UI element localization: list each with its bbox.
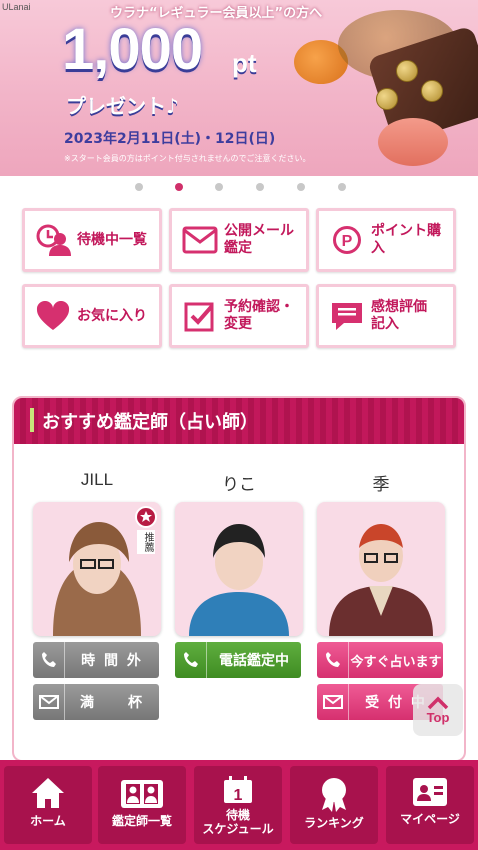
mail-icon: [33, 684, 65, 720]
public-mail-button[interactable]: 公開メール 鑑定: [169, 208, 309, 272]
nav-schedule[interactable]: 1 待機 スケジュール: [194, 766, 282, 844]
phone-status-label: 時 間 外: [81, 653, 143, 669]
review-label: 感想評価 記入: [371, 299, 427, 333]
fortune-teller-name[interactable]: JILL: [33, 470, 161, 494]
clock-person-icon: [33, 220, 73, 260]
id-card-icon: [413, 778, 447, 806]
carousel-dot[interactable]: [135, 183, 143, 191]
star-badge-icon: [135, 506, 157, 528]
promo-banner[interactable]: ULanai ウラナ“レギュラー会員以上”の方へ 1,000 pt プレゼント♪…: [0, 0, 478, 176]
scroll-top-button[interactable]: Top: [413, 684, 463, 736]
mail-status-button[interactable]: 満 杯: [33, 684, 159, 720]
waiting-list-button[interactable]: 待機中一覧: [22, 208, 162, 272]
review-button[interactable]: 感想評価 記入: [316, 284, 456, 348]
banner-present-text: プレゼント♪: [66, 94, 179, 118]
fortune-teller-photo[interactable]: [317, 502, 445, 636]
fortune-teller-name[interactable]: 季: [317, 470, 445, 494]
mail-status-label: 満 杯: [80, 695, 144, 711]
carousel-dot[interactable]: [338, 183, 346, 191]
mail-icon: [317, 684, 349, 720]
chevron-up-icon: [427, 696, 449, 709]
phone-status-button[interactable]: 今すぐ占います: [317, 642, 443, 678]
phone-icon: [33, 642, 65, 678]
banner-logo-text: ULanai: [2, 2, 31, 12]
public-mail-label: 公開メール 鑑定: [224, 223, 294, 257]
nav-mypage-label: マイページ: [400, 812, 460, 826]
nav-home[interactable]: ホーム: [4, 766, 92, 844]
recommend-header: おすすめ鑑定師（占い師）: [14, 398, 464, 444]
banner-macaron-decoration: [378, 118, 448, 166]
coin-icon: [421, 80, 443, 102]
public-mail-label-line1: 公開メール: [224, 223, 294, 239]
review-label-line2: 記入: [371, 316, 399, 332]
bottom-navigation: ホーム 鑑定師一覧 1 待機 スケジュール ランキング マイページ: [0, 760, 478, 850]
nav-ranking[interactable]: ランキング: [290, 766, 378, 844]
nav-home-label: ホーム: [30, 814, 66, 828]
fortune-teller-card[interactable]: りこ 電話鑑定中: [175, 470, 303, 678]
reservation-label-line1: 予約確認・: [224, 299, 294, 315]
nav-fortune-teller-list[interactable]: 鑑定師一覧: [98, 766, 186, 844]
recommended-badge: 推薦: [137, 530, 155, 554]
photo-album-icon: [121, 780, 163, 808]
checkbox-icon: [180, 296, 220, 336]
coin-icon: [376, 88, 398, 110]
banner-points-unit: pt: [232, 48, 257, 78]
public-mail-label-line2: 鑑定: [224, 240, 252, 256]
carousel-dot[interactable]: [215, 183, 223, 191]
svg-text:P: P: [342, 233, 353, 250]
scroll-top-label: Top: [426, 709, 450, 725]
phone-status-button[interactable]: 時 間 外: [33, 642, 159, 678]
phone-icon: [175, 642, 207, 678]
fortune-teller-photo[interactable]: [175, 502, 303, 636]
ranking-medal-icon: [322, 778, 346, 812]
nav-list-label: 鑑定師一覧: [111, 814, 172, 828]
nav-schedule-label-line2: スケジュール: [202, 822, 274, 836]
fortune-teller-name[interactable]: りこ: [175, 470, 303, 494]
reservation-label: 予約確認・ 変更: [224, 299, 294, 333]
fortune-teller-card[interactable]: 季 今すぐ占います 受 付 中: [317, 470, 445, 720]
phone-status-label: 今すぐ占います: [350, 654, 442, 670]
banner-points: 1,000: [62, 17, 203, 82]
waiting-list-label: 待機中一覧: [77, 231, 147, 248]
reservation-button[interactable]: 予約確認・ 変更: [169, 284, 309, 348]
review-label-line1: 感想評価: [371, 299, 427, 315]
banner-date: 2023年2月11日(土)・12日(日): [64, 131, 276, 147]
nav-schedule-label: 待機 スケジュール: [202, 808, 273, 836]
fortune-teller-photo[interactable]: 推薦: [33, 502, 161, 636]
home-icon: [32, 778, 64, 808]
mail-icon: [180, 220, 220, 260]
svg-text:1: 1: [234, 787, 243, 804]
carousel-dot[interactable]: [256, 183, 264, 191]
nav-mypage[interactable]: マイページ: [386, 766, 474, 844]
banner-note: ※スタート会員の方はポイント付与されませんのでご注意ください。: [64, 154, 311, 163]
header-accent-bar: [30, 408, 34, 432]
fortune-teller-card[interactable]: JILL 推薦 時 間 外 満 杯: [33, 470, 161, 720]
phone-status-label: 電話鑑定中: [219, 653, 289, 669]
nav-schedule-label-line1: 待機: [225, 808, 250, 822]
favorites-button[interactable]: お気に入り: [22, 284, 162, 348]
heart-icon: [33, 296, 73, 336]
phone-status-button[interactable]: 電話鑑定中: [175, 642, 301, 678]
carousel-dot[interactable]: [297, 183, 305, 191]
coin-icon: [396, 60, 418, 82]
reservation-label-line2: 変更: [224, 316, 252, 332]
carousel-dot-active[interactable]: [175, 183, 183, 191]
buy-points-button[interactable]: P ポイント購入: [316, 208, 456, 272]
calendar-icon: 1: [224, 776, 252, 804]
recommend-title: おすすめ鑑定師（占い師）: [42, 412, 258, 433]
points-p-icon: P: [327, 220, 367, 260]
carousel-dots: [0, 183, 478, 193]
buy-points-label: ポイント購入: [371, 223, 441, 256]
nav-ranking-label: ランキング: [304, 816, 364, 830]
speech-bubble-icon: [327, 296, 367, 336]
favorites-label: お気に入り: [77, 307, 147, 324]
phone-icon: [317, 642, 349, 678]
